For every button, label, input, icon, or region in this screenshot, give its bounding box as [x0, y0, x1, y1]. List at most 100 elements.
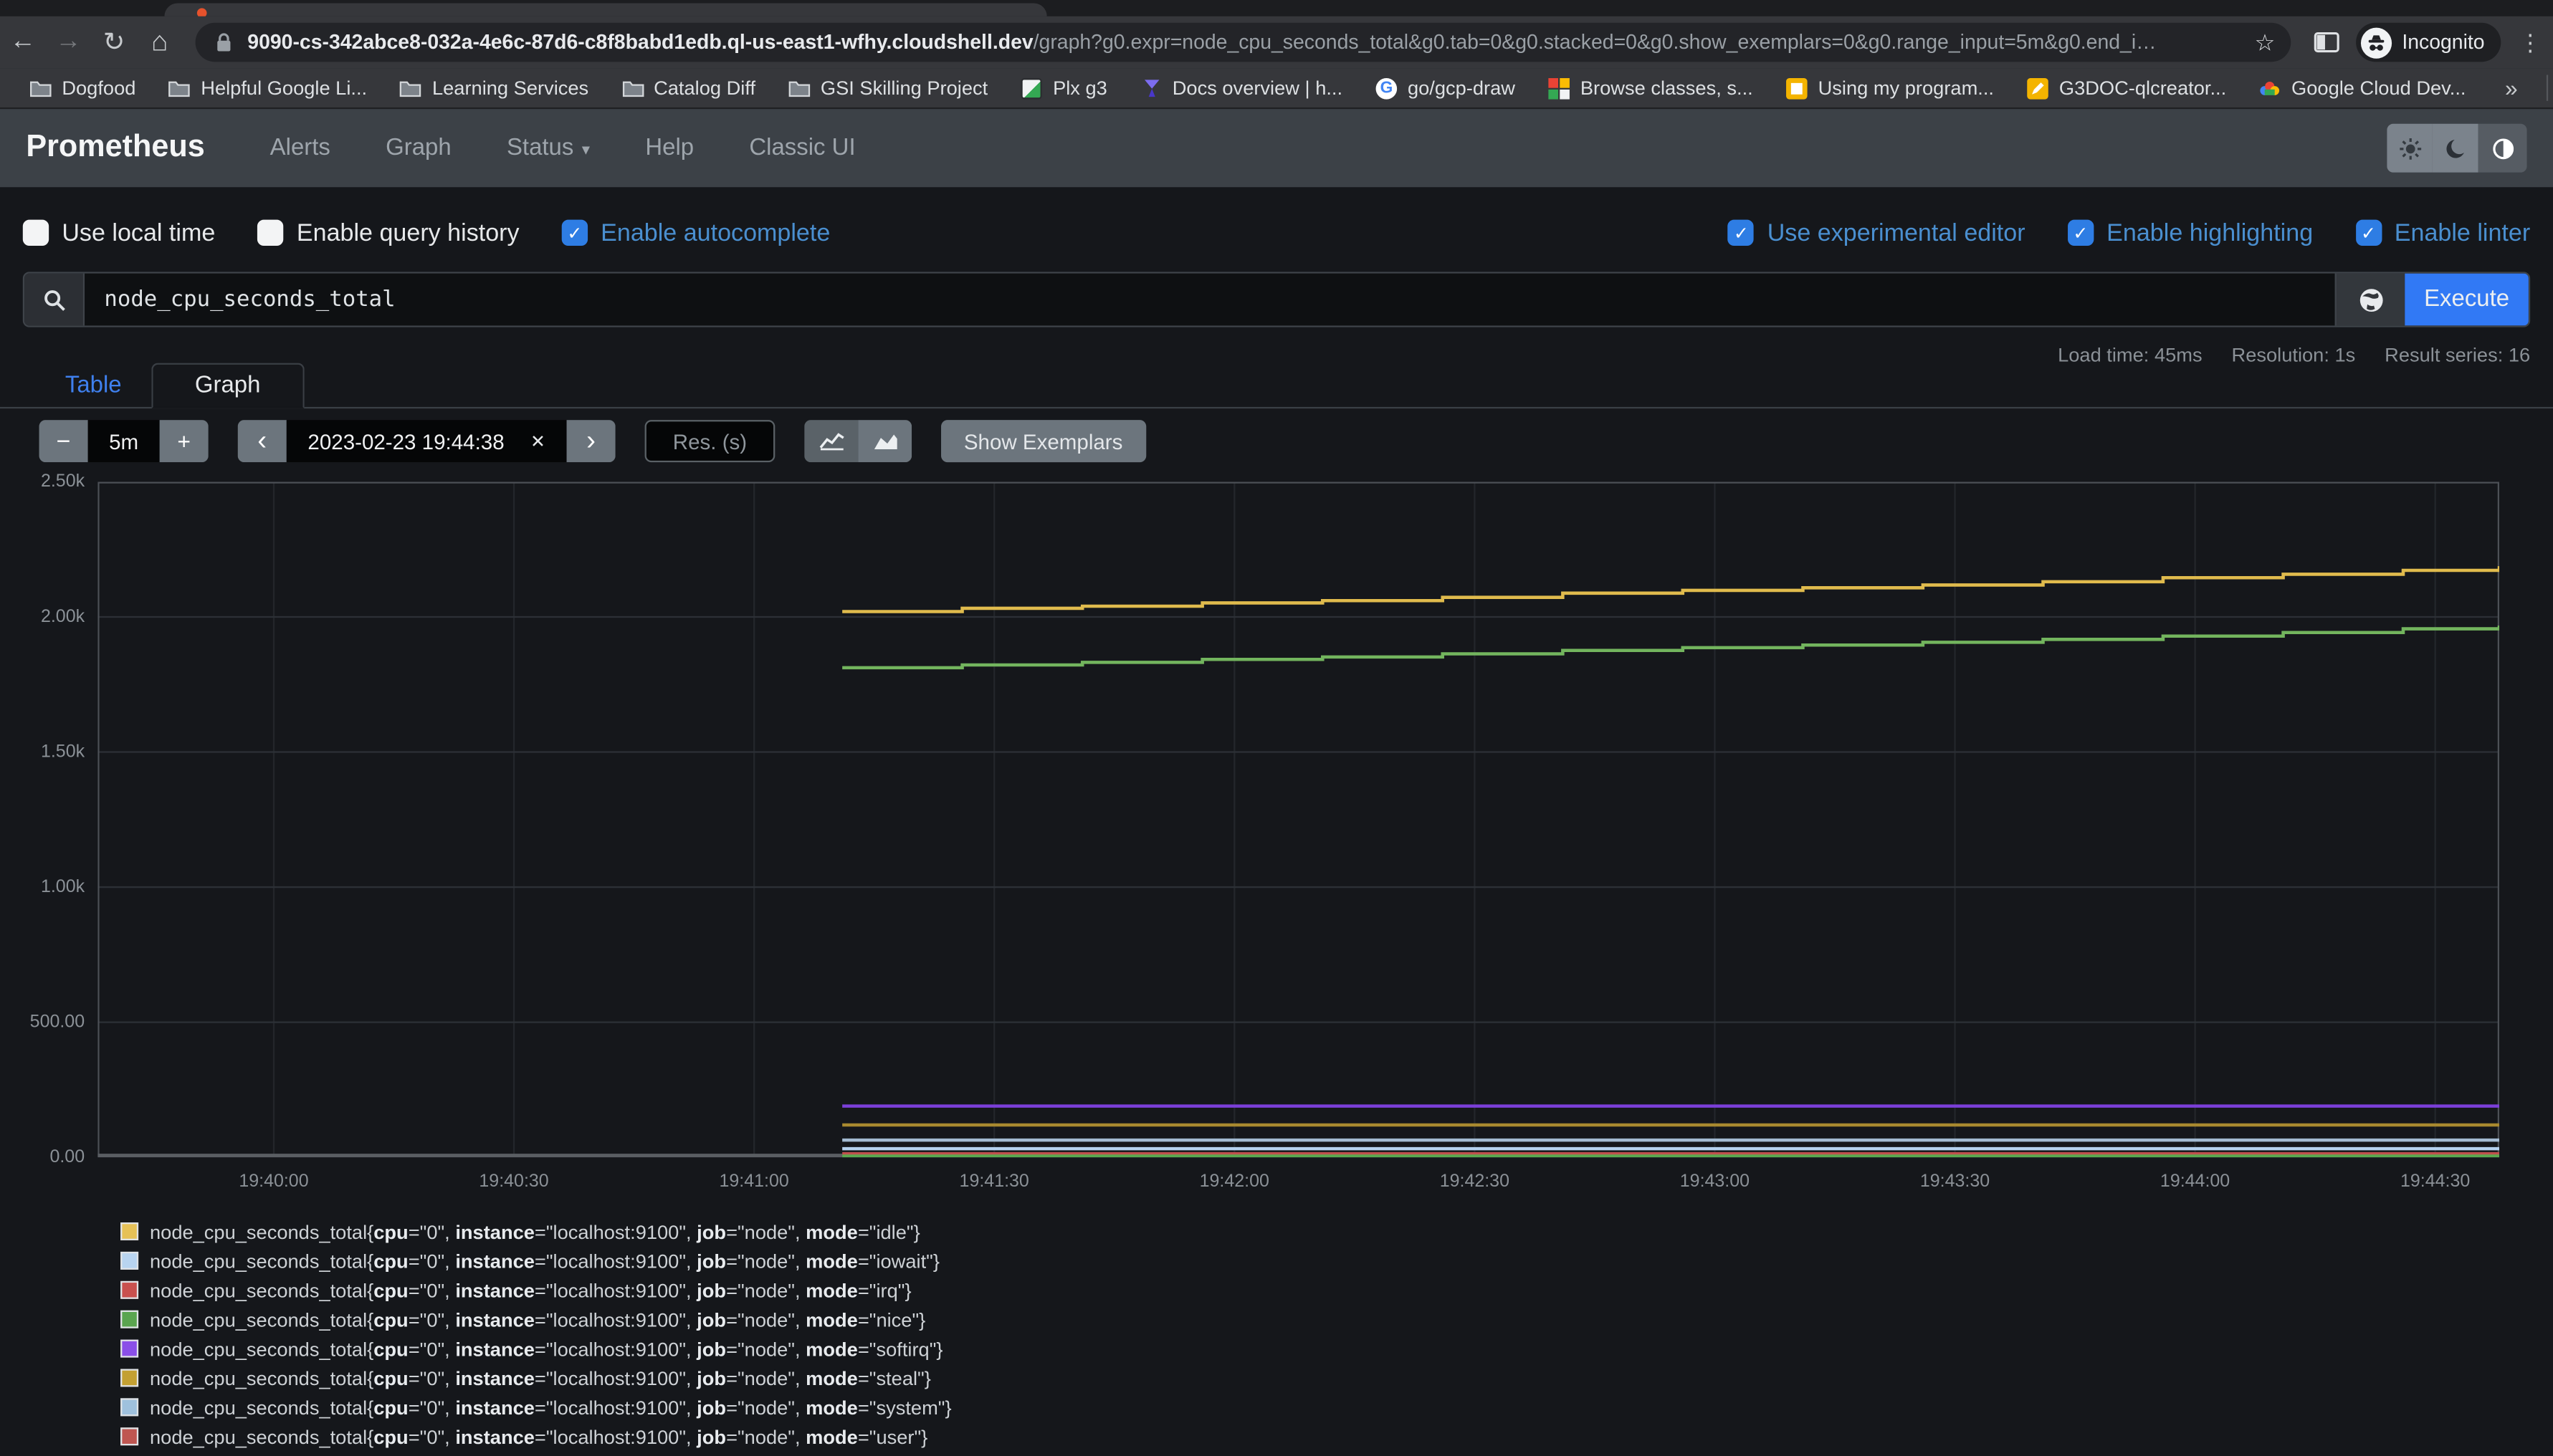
- legend-row[interactable]: node_cpu_seconds_total{cpu="0", instance…: [120, 1308, 951, 1330]
- address-bar[interactable]: 9090-cs-342abce8-032a-4e6c-87d6-c8f8babd…: [196, 23, 2291, 62]
- legend-row[interactable]: node_cpu_seconds_total{cpu="0", instance…: [120, 1221, 951, 1242]
- bookmark-label: Docs overview | h...: [1173, 77, 1342, 100]
- time-forward-button[interactable]: ›: [567, 420, 616, 462]
- x-axis-tick-label: 19:44:00: [2130, 1172, 2261, 1192]
- resolution-input[interactable]: Res. (s): [645, 420, 776, 462]
- lock-icon: [211, 31, 234, 54]
- checkbox-enable-highlighting[interactable]: ✓Enable highlighting: [2068, 219, 2314, 247]
- checkbox-enable-linter[interactable]: ✓Enable linter: [2355, 219, 2530, 247]
- google-g-icon: G: [1375, 77, 1398, 100]
- bookmark-item[interactable]: Learning Services: [386, 70, 601, 106]
- checkbox-unchecked-icon[interactable]: [23, 220, 49, 246]
- theme-dark-button[interactable]: [2433, 124, 2478, 173]
- range-input[interactable]: 5m: [88, 420, 160, 462]
- expression-input[interactable]: [85, 274, 2334, 326]
- nav-item-status[interactable]: Status▾: [507, 135, 590, 161]
- browser-menu-icon[interactable]: ⋮: [2507, 19, 2553, 65]
- plot-border: [98, 483, 2498, 1156]
- checkbox-use-local-time[interactable]: Use local time: [23, 219, 216, 247]
- browser-tab-strip: [0, 0, 2553, 16]
- clear-time-icon[interactable]: ✕: [530, 431, 545, 452]
- stacked-chart-icon[interactable]: [858, 420, 912, 462]
- line-chart-icon[interactable]: [804, 420, 858, 462]
- home-button[interactable]: ⌂: [137, 19, 183, 65]
- range-increase-button[interactable]: +: [160, 420, 209, 462]
- folder-icon: [29, 77, 52, 100]
- prometheus-brand[interactable]: Prometheus: [26, 130, 204, 166]
- execute-button[interactable]: Execute: [2405, 274, 2529, 326]
- checkbox-checked-icon[interactable]: ✓: [1728, 220, 1754, 246]
- reload-button[interactable]: ↻: [91, 19, 137, 65]
- legend-row[interactable]: node_cpu_seconds_total{cpu="0", instance…: [120, 1426, 951, 1447]
- bookmark-item[interactable]: Using my program...: [1772, 70, 2007, 106]
- bookmark-item[interactable]: Plx g3: [1007, 70, 1120, 106]
- nav-item-graph[interactable]: Graph: [386, 135, 452, 161]
- checkbox-use-experimental-editor[interactable]: ✓ Use experimental editor: [1728, 219, 2025, 247]
- bookmarks-overflow-chevron[interactable]: »: [2492, 70, 2531, 106]
- range-control: − 5m +: [39, 420, 209, 462]
- settings-right-group: ✓ Use experimental editor ✓Enable highligh…: [1728, 219, 2530, 247]
- series-line-mode-idle-cpu-0-: [842, 566, 2499, 611]
- bookmark-item[interactable]: Helpful Google Li...: [156, 70, 381, 106]
- chevron-down-icon: ▾: [582, 142, 590, 160]
- settings-row: Use local time Enable query history ✓Enabl…: [23, 209, 2530, 257]
- forward-button[interactable]: →: [46, 19, 92, 65]
- legend-row[interactable]: node_cpu_seconds_total{cpu="0", instance…: [120, 1250, 951, 1272]
- settings-left-group: Use local time Enable query history ✓Enabl…: [23, 219, 831, 247]
- bookmark-item[interactable]: Dogfood: [16, 70, 149, 106]
- y-axis-tick-label: 2.50k: [0, 472, 85, 492]
- bookmark-item[interactable]: GSI Skilling Project: [775, 70, 1001, 106]
- bookmark-item[interactable]: Ggo/gcp-draw: [1362, 70, 1528, 106]
- checkbox-checked-icon[interactable]: ✓: [2355, 220, 2381, 246]
- tab-graph[interactable]: Graph: [151, 363, 305, 409]
- time-back-button[interactable]: ‹: [238, 420, 287, 462]
- classes-grid-icon: [1547, 77, 1570, 100]
- checkbox-unchecked-icon[interactable]: [257, 220, 283, 246]
- bookmark-item[interactable]: Docs overview | h...: [1127, 70, 1355, 106]
- legend-row[interactable]: node_cpu_seconds_total{cpu="0", instance…: [120, 1397, 951, 1418]
- bookmark-label: Browse classes, s...: [1580, 77, 1753, 100]
- query-bar: Execute: [23, 272, 2530, 327]
- nav-item-classic-ui[interactable]: Classic UI: [749, 135, 855, 161]
- nav-item-alerts[interactable]: Alerts: [270, 135, 330, 161]
- legend-swatch: [120, 1398, 138, 1416]
- resolution: Resolution: 1s: [2232, 343, 2356, 366]
- checkbox-checked-icon[interactable]: ✓: [2068, 220, 2094, 246]
- incognito-badge[interactable]: Incognito: [2357, 23, 2501, 62]
- bookmark-item[interactable]: Catalog Diff: [608, 70, 768, 106]
- browser-active-tab[interactable]: [164, 4, 1046, 16]
- side-panel-icon[interactable]: [2304, 19, 2350, 65]
- legend-row[interactable]: node_cpu_seconds_total{cpu="0", instance…: [120, 1280, 951, 1301]
- checkbox-enable-autocomplete[interactable]: ✓Enable autocomplete: [562, 219, 831, 247]
- show-exemplars-button[interactable]: Show Exemplars: [941, 420, 1145, 462]
- bookmark-item[interactable]: Browse classes, s...: [1535, 70, 1766, 106]
- checkbox-enable-query-history[interactable]: Enable query history: [257, 219, 519, 247]
- prometheus-navbar: Prometheus Alerts Graph Status▾ Help Classic…: [0, 109, 2553, 187]
- bookmark-item[interactable]: G3DOC-qlcreator...: [2013, 70, 2239, 106]
- theme-auto-button[interactable]: [2478, 124, 2527, 173]
- panel-tabs: Table Graph: [0, 365, 2553, 408]
- legend-swatch: [120, 1311, 138, 1328]
- checkbox-checked-icon[interactable]: ✓: [562, 220, 588, 246]
- series-line-mode-system: [842, 1139, 2499, 1140]
- legend-row[interactable]: node_cpu_seconds_total{cpu="0", instance…: [120, 1367, 951, 1389]
- nav-item-help[interactable]: Help: [645, 135, 694, 161]
- metrics-explorer-icon[interactable]: [2335, 274, 2405, 326]
- theme-light-button[interactable]: [2387, 124, 2433, 173]
- x-axis-tick-label: 19:44:30: [2370, 1172, 2501, 1192]
- tab-table[interactable]: Table: [39, 365, 148, 407]
- legend-row[interactable]: node_cpu_seconds_total{cpu="0", instance…: [120, 1338, 951, 1359]
- bookmarks-bar: DogfoodHelpful Google Li...Learning Serv…: [0, 68, 2553, 109]
- bookmark-star-icon[interactable]: ☆: [2255, 29, 2276, 57]
- y-axis-tick-label: 2.00k: [0, 607, 85, 626]
- back-button[interactable]: ←: [0, 19, 46, 65]
- incognito-icon: [2362, 27, 2392, 57]
- bookmark-item[interactable]: Google Cloud Dev...: [2246, 70, 2478, 106]
- checkbox-label: Use experimental editor: [1767, 219, 2025, 247]
- plot-area[interactable]: [97, 482, 2499, 1157]
- range-decrease-button[interactable]: −: [39, 420, 88, 462]
- docs-icon: [1140, 77, 1163, 100]
- y-axis-tick-label: 500.00: [0, 1012, 85, 1032]
- result-series: Result series: 16: [2385, 343, 2530, 366]
- datetime-input[interactable]: 2023-02-23 19:44:38✕: [287, 420, 567, 462]
